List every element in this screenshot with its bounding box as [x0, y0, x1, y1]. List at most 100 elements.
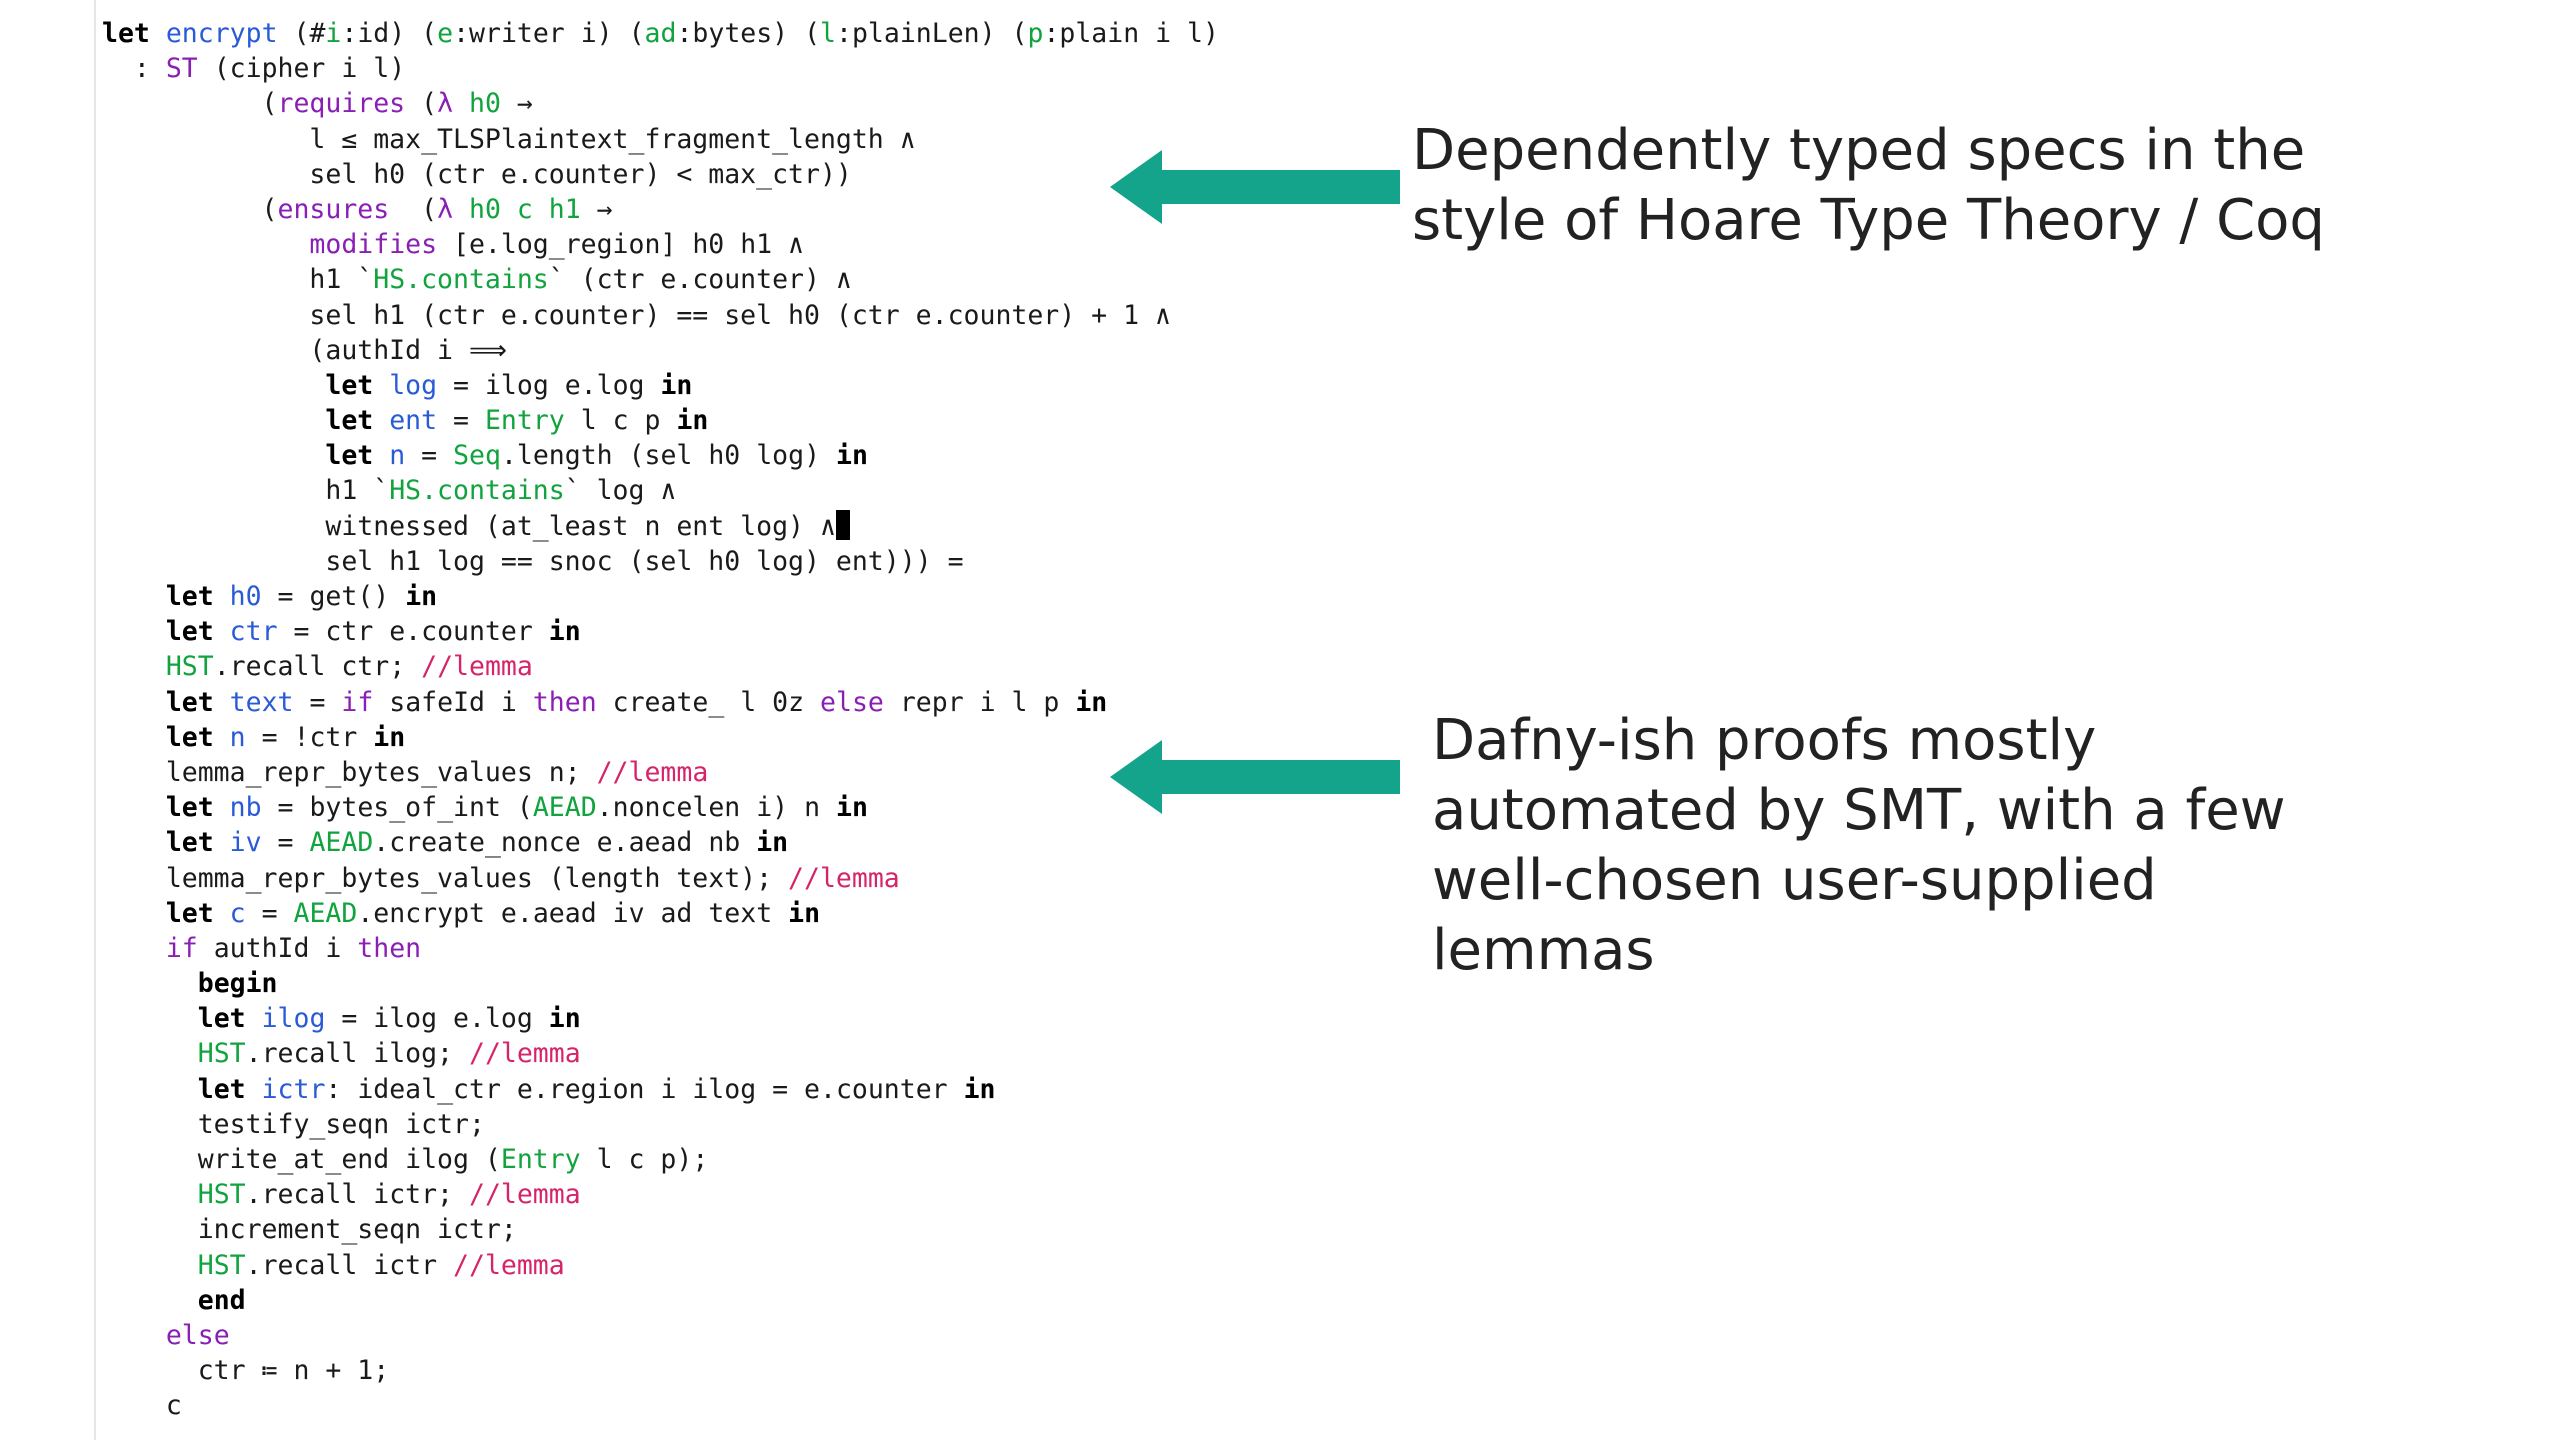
- code-line[interactable]: h1 `HS.contains` (ctr e.counter) ∧: [102, 262, 1219, 297]
- module-name: ad: [644, 18, 677, 49]
- identifier: encrypt: [165, 18, 278, 49]
- module-name: AEAD: [532, 792, 597, 824]
- code-text: testify_seqn ictr;: [102, 1108, 485, 1140]
- code-line[interactable]: (requires (λ h0 →: [102, 86, 1219, 121]
- comment: //lemma: [596, 756, 709, 788]
- identifier: ent: [389, 405, 438, 437]
- code-line[interactable]: increment_seqn ictr;: [102, 1212, 1219, 1247]
- code-text: (authId i ⟹: [102, 334, 507, 366]
- code-text: =: [245, 897, 294, 929]
- code-listing[interactable]: let encrypt (#i:id) (e:writer i) (ad:byt…: [102, 16, 1219, 1424]
- code-line[interactable]: else: [102, 1318, 1219, 1353]
- left-arrow-icon: [1110, 150, 1400, 224]
- keyword: in: [835, 440, 868, 472]
- code-line[interactable]: let iv = AEAD.create_nonce e.aead nb in: [102, 825, 1219, 860]
- code-text: .create_nonce e.aead nb: [373, 827, 757, 859]
- code-text: (: [389, 193, 438, 225]
- identifier: iv: [229, 827, 262, 859]
- code-line[interactable]: let ent = Entry l c p in: [102, 403, 1219, 438]
- code-text: l c p);: [580, 1144, 709, 1175]
- keyword: in: [676, 405, 709, 437]
- module-name: HS.contains: [389, 475, 565, 507]
- keyword: let: [325, 405, 374, 437]
- code-line[interactable]: sel h1 log == snoc (sel h0 log) ent))) =: [102, 544, 1219, 579]
- control-keyword: if: [341, 686, 374, 718]
- code-text: = ilog e.log: [325, 1003, 549, 1035]
- code-line[interactable]: (authId i ⟹: [102, 333, 1219, 368]
- module-name: HS.contains: [373, 264, 549, 296]
- code-line[interactable]: HST.recall ilog; //lemma: [102, 1036, 1219, 1071]
- code-line[interactable]: let encrypt (#i:id) (e:writer i) (ad:byt…: [102, 16, 1219, 51]
- code-text: =: [437, 405, 485, 437]
- code-line[interactable]: sel h0 (ctr e.counter) < max_ctr)): [102, 157, 1219, 192]
- code-line[interactable]: let ilog = ilog e.log in: [102, 1001, 1219, 1036]
- code-text: sel h0 (ctr e.counter) < max_ctr)): [102, 158, 852, 190]
- control-keyword: then: [357, 932, 422, 964]
- code-line[interactable]: testify_seqn ictr;: [102, 1107, 1219, 1142]
- code-text: ctr ≔ n + 1;: [102, 1355, 390, 1387]
- code-line[interactable]: begin: [102, 966, 1219, 1001]
- code-text: = ilog e.log: [437, 369, 661, 401]
- code-line[interactable]: let n = !ctr in: [102, 720, 1219, 755]
- module-name: AEAD: [309, 827, 374, 859]
- code-line[interactable]: let log = ilog e.log in: [102, 368, 1219, 403]
- control-keyword: else: [165, 1319, 230, 1351]
- code-line[interactable]: HST.recall ictr //lemma: [102, 1248, 1219, 1283]
- identifier: nb: [229, 792, 262, 824]
- code-line[interactable]: witnessed (at_least n ent log) ∧: [102, 509, 1219, 544]
- code-text: lemma_repr_bytes_values n;: [102, 756, 597, 788]
- code-line[interactable]: h1 `HS.contains` log ∧: [102, 473, 1219, 508]
- code-text: →: [500, 88, 533, 120]
- code-line[interactable]: let nb = bytes_of_int (AEAD.noncelen i) …: [102, 790, 1219, 825]
- code-line[interactable]: if authId i then: [102, 931, 1219, 966]
- code-line[interactable]: ctr ≔ n + 1;: [102, 1353, 1219, 1388]
- code-text: = !ctr: [245, 721, 374, 753]
- code-line[interactable]: sel h1 (ctr e.counter) == sel h0 (ctr e.…: [102, 298, 1219, 333]
- code-text: (#: [277, 18, 326, 49]
- code-line[interactable]: HST.recall ctr; //lemma: [102, 649, 1219, 684]
- keyword: let: [325, 440, 374, 472]
- code-line[interactable]: c: [102, 1388, 1219, 1423]
- code-line[interactable]: : ST (cipher i l): [102, 51, 1219, 86]
- code-text: = ctr e.counter: [277, 616, 549, 648]
- keyword: let: [165, 721, 214, 753]
- code-text: h1 `: [102, 475, 390, 507]
- code-line[interactable]: lemma_repr_bytes_values (length text); /…: [102, 861, 1219, 896]
- code-line[interactable]: write_at_end ilog (Entry l c p);: [102, 1142, 1219, 1177]
- module-name: e: [437, 18, 454, 49]
- code-line[interactable]: let ictr: ideal_ctr e.region i ilog = e.…: [102, 1072, 1219, 1107]
- identifier: ictr: [261, 1073, 326, 1105]
- code-line[interactable]: let text = if safeId i then create_ l 0z…: [102, 685, 1219, 720]
- code-text: (: [405, 88, 438, 120]
- code-text: sel h1 log == snoc (sel h0 log) ent))) =: [102, 545, 964, 577]
- code-line[interactable]: HST.recall ictr; //lemma: [102, 1177, 1219, 1212]
- module-name: HST: [165, 651, 214, 683]
- keyword: in: [660, 369, 693, 401]
- control-keyword: then: [532, 686, 597, 718]
- code-line[interactable]: let n = Seq.length (sel h0 log) in: [102, 438, 1219, 473]
- code-line[interactable]: let c = AEAD.encrypt e.aead iv ad text i…: [102, 896, 1219, 931]
- code-line[interactable]: l ≤ max_TLSPlaintext_fragment_length ∧: [102, 122, 1219, 157]
- code-line[interactable]: end: [102, 1283, 1219, 1318]
- code-line[interactable]: (ensures (λ h0 c h1 →: [102, 192, 1219, 227]
- code-line[interactable]: let h0 = get() in: [102, 579, 1219, 614]
- code-line[interactable]: modifies [e.log_region] h0 h1 ∧: [102, 227, 1219, 262]
- type-keyword: ST: [165, 53, 198, 85]
- code-line[interactable]: lemma_repr_bytes_values n; //lemma: [102, 755, 1219, 790]
- code-text: .encrypt e.aead iv ad text: [357, 897, 789, 929]
- code-line[interactable]: let ctr = ctr e.counter in: [102, 614, 1219, 649]
